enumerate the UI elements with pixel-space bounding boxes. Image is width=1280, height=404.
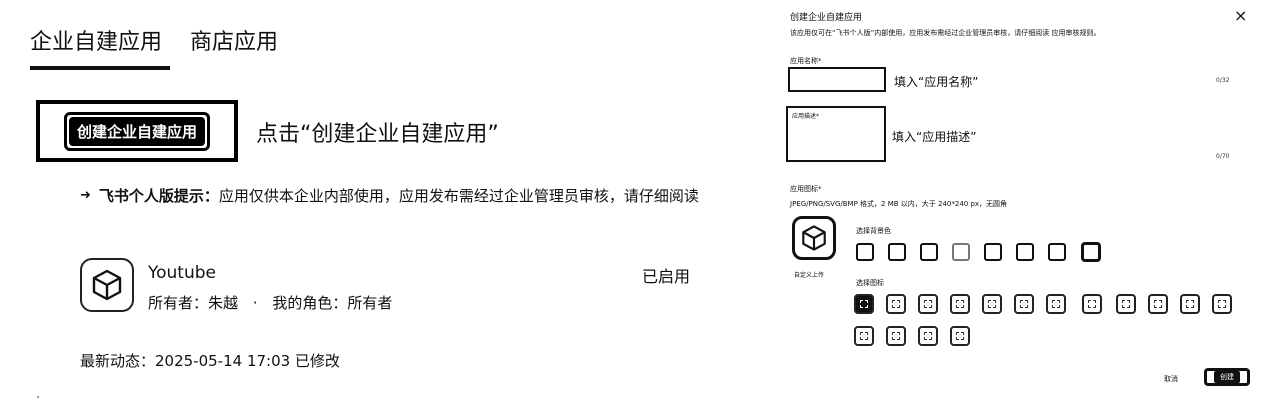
app-role: 我的角色：所有者 <box>272 294 393 312</box>
icon-option-13[interactable] <box>854 326 874 346</box>
app-activity: 最新动态：2025-05-14 17:03 已修改 <box>80 352 340 370</box>
cancel-button[interactable]: 取消 <box>1164 374 1178 384</box>
icon-option-7[interactable] <box>1046 294 1066 314</box>
custom-upload-link[interactable]: 自定义上传 <box>794 270 824 279</box>
bg-swatch-custom[interactable] <box>1082 243 1100 261</box>
icon-option-3[interactable] <box>918 294 938 314</box>
notice-banner: ➜ 飞书个人版提示： 应用仅供本企业内部使用，应用发布需经过企业管理员审核，请仔… <box>80 185 744 206</box>
icon-option-4[interactable] <box>950 294 970 314</box>
icon-option-12[interactable] <box>1212 294 1232 314</box>
bg-swatch-2[interactable] <box>888 243 906 261</box>
cube-icon <box>802 225 826 251</box>
cube-icon[interactable] <box>80 258 134 312</box>
divider-dot <box>37 396 39 398</box>
close-icon[interactable]: × <box>1234 6 1247 25</box>
tab-store-apps[interactable]: 商店应用 <box>190 28 278 58</box>
app-owner: 所有者：朱越 <box>148 294 239 312</box>
icon-option-5[interactable] <box>982 294 1002 314</box>
app-name-instruction: 填入“应用名称” <box>894 75 979 89</box>
bg-swatch-1[interactable] <box>856 243 874 261</box>
notice-text: 应用仅供本企业内部使用，应用发布需经过企业管理员审核，请仔细阅读 <box>218 187 699 205</box>
app-icon-label: 应用图标* <box>790 185 822 193</box>
app-name-label: 应用名称* <box>790 57 822 65</box>
app-description-label: 应用描述* <box>792 113 820 120</box>
app-meta: 所有者：朱越 · 我的角色：所有者 <box>148 292 392 313</box>
icon-option-6[interactable] <box>1014 294 1034 314</box>
icon-option-8[interactable] <box>1082 294 1102 314</box>
app-description-field[interactable]: 应用描述* <box>786 106 886 162</box>
bg-color-label: 选择背景色 <box>856 227 891 235</box>
bg-swatch-7[interactable] <box>1048 243 1066 261</box>
bg-swatch-5[interactable] <box>984 243 1002 261</box>
icon-option-14[interactable] <box>886 326 906 346</box>
app-name[interactable]: Youtube <box>148 263 216 283</box>
dialog-description: 该应用仅可在“飞书个人版”内部使用，应用发布需经过企业管理员审核，请仔细阅读 应… <box>790 29 1101 37</box>
meta-separator: · <box>252 294 258 312</box>
tab-self-built-apps[interactable]: 企业自建应用 <box>30 28 162 58</box>
icon-option-15[interactable] <box>918 326 938 346</box>
app-status: 已启用 <box>642 267 691 286</box>
icon-option-16[interactable] <box>950 326 970 346</box>
create-app-button[interactable]: 创建企业自建应用 <box>63 111 210 151</box>
create-button[interactable]: 创建 <box>1204 368 1250 386</box>
app-description-count: 0/70 <box>1216 153 1230 160</box>
bg-swatch-3[interactable] <box>920 243 938 261</box>
icon-option-2[interactable] <box>886 294 906 314</box>
create-app-instruction: 点击“创建企业自建应用” <box>256 122 499 147</box>
icon-option-10[interactable] <box>1148 294 1168 314</box>
icon-option-9[interactable] <box>1116 294 1136 314</box>
notice-icon: ➜ <box>80 188 91 203</box>
icon-option-1[interactable] <box>854 294 874 314</box>
icon-preview <box>792 216 836 260</box>
create-button-label: 创建 <box>1214 371 1240 383</box>
create-app-highlight-box: 创建企业自建应用 <box>36 100 238 162</box>
app-name-count: 0/32 <box>1216 77 1230 84</box>
app-icon-format-hint: JPEG/PNG/SVG/BMP 格式，2 MB 以内，大于 240*240 p… <box>790 200 1008 208</box>
dialog-title: 创建企业自建应用 <box>790 13 863 23</box>
icon-choose-label: 选择图标 <box>856 279 884 287</box>
icon-option-11[interactable] <box>1180 294 1200 314</box>
active-tab-underline <box>30 66 170 70</box>
notice-title: 飞书个人版提示： <box>98 187 219 205</box>
create-app-button-label: 创建企业自建应用 <box>68 116 205 146</box>
app-description-instruction: 填入“应用描述” <box>892 130 977 144</box>
create-app-dialog: 创建企业自建应用 × 该应用仅可在“飞书个人版”内部使用，应用发布需经过企业管理… <box>780 0 1280 404</box>
app-name-field[interactable] <box>788 67 886 92</box>
bg-swatch-6[interactable] <box>1016 243 1034 261</box>
tab-bar: 企业自建应用 商店应用 <box>30 28 278 58</box>
bg-swatch-4[interactable] <box>952 243 970 261</box>
